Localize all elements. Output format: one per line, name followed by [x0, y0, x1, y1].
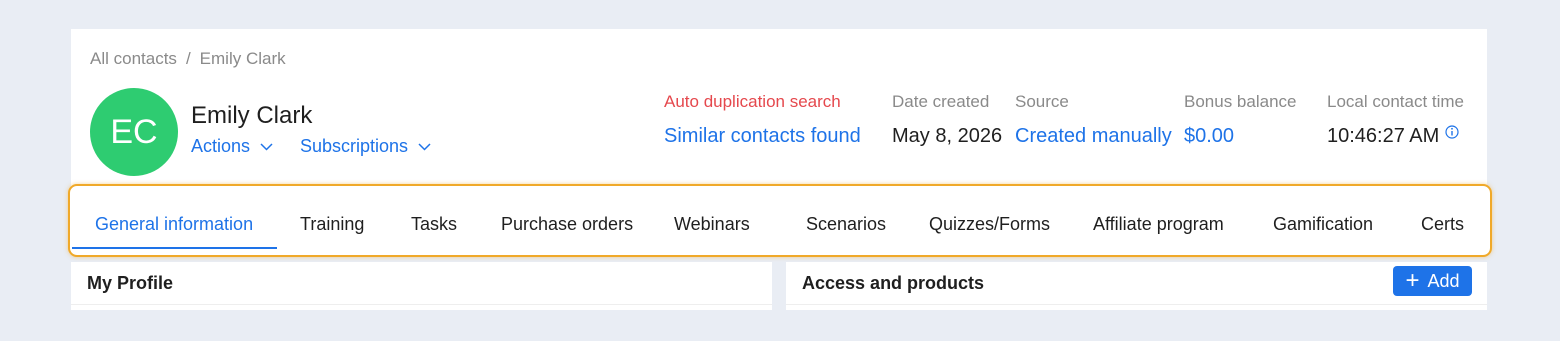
contact-name: Emily Clark: [191, 102, 313, 129]
breadcrumb: All contacts / Emily Clark: [90, 49, 286, 69]
tab-tasks[interactable]: Tasks: [411, 214, 457, 235]
source-label: Source: [1015, 92, 1069, 111]
plus-icon: +: [1405, 267, 1420, 294]
actions-label: Actions: [191, 136, 251, 156]
my-profile-title: My Profile: [87, 273, 174, 293]
divider: [71, 304, 772, 305]
access-products-panel: Access and products + Add: [786, 262, 1487, 310]
date-created-value: May 8, 2026: [892, 125, 1003, 147]
tab-certs[interactable]: Certs: [1421, 214, 1464, 235]
tab-general-information[interactable]: General information: [95, 214, 253, 235]
divider: [786, 304, 1487, 305]
my-profile-panel: My Profile: [71, 262, 772, 310]
tab-affiliate-program[interactable]: Affiliate program: [1093, 214, 1224, 235]
breadcrumb-all-contacts-link[interactable]: All contacts: [90, 49, 177, 68]
tab-quizzes-forms[interactable]: Quizzes/Forms: [929, 214, 1050, 235]
bonus-balance-link[interactable]: $0.00: [1184, 125, 1234, 148]
subscriptions-dropdown[interactable]: Subscriptions: [300, 136, 431, 157]
chevron-down-icon: [260, 142, 273, 151]
tab-training[interactable]: Training: [300, 214, 364, 235]
tab-purchase-orders[interactable]: Purchase orders: [501, 214, 633, 235]
avatar-initials: EC: [110, 112, 158, 151]
active-tab-indicator: [72, 247, 277, 249]
similar-contacts-link[interactable]: Similar contacts found: [664, 125, 861, 148]
tab-gamification[interactable]: Gamification: [1273, 214, 1373, 235]
chevron-down-icon: [418, 142, 431, 151]
source-link[interactable]: Created manually: [1015, 125, 1172, 148]
date-created-label: Date created: [892, 92, 990, 111]
info-icon[interactable]: [1445, 125, 1459, 139]
tab-scenarios[interactable]: Scenarios: [806, 214, 886, 235]
auto-duplication-label: Auto duplication search: [664, 92, 841, 111]
add-button-label: Add: [1427, 270, 1460, 291]
local-time-value: 10:46:27 AM: [1327, 125, 1459, 148]
breadcrumb-current: Emily Clark: [199, 49, 286, 68]
avatar: EC: [90, 88, 178, 176]
local-time-text: 10:46:27 AM: [1327, 125, 1440, 147]
bonus-balance-label: Bonus balance: [1184, 92, 1297, 111]
breadcrumb-separator: /: [185, 49, 191, 68]
access-products-title: Access and products: [802, 273, 985, 293]
add-button[interactable]: + Add: [1393, 266, 1472, 296]
local-time-label: Local contact time: [1327, 92, 1465, 111]
tabs-bar: General information Training Tasks Purch…: [68, 184, 1492, 257]
tab-webinars[interactable]: Webinars: [674, 214, 750, 235]
actions-dropdown[interactable]: Actions: [191, 136, 273, 157]
subscriptions-label: Subscriptions: [300, 136, 409, 156]
